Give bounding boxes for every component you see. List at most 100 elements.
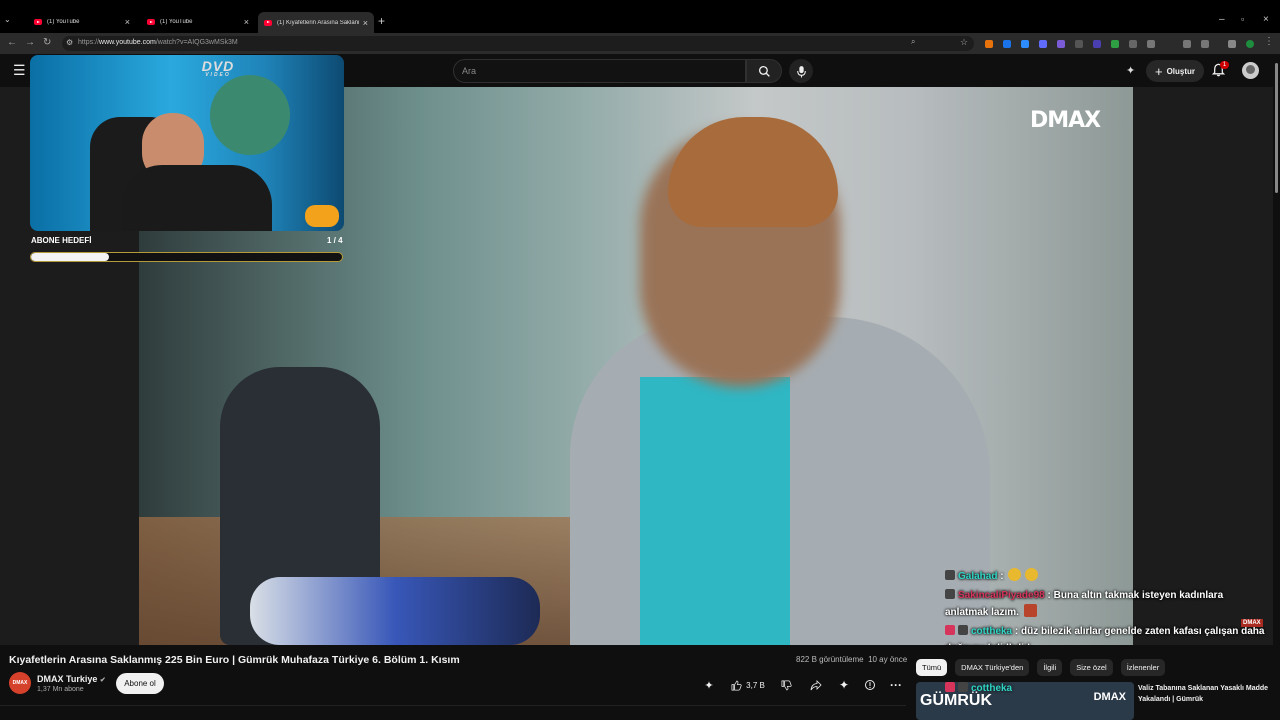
url-path: /watch?v=AIQG3wMSk3M bbox=[155, 39, 238, 46]
profile-icon[interactable] bbox=[1246, 40, 1254, 48]
mascot-duck bbox=[305, 205, 339, 227]
chat-username: Galahad bbox=[958, 571, 998, 582]
upload-age: 10 ay önce bbox=[868, 655, 908, 664]
emoji-face-icon bbox=[1008, 568, 1022, 581]
premium-sparkle-icon[interactable]: ✦ bbox=[1126, 64, 1135, 77]
chat-username: cottheka bbox=[971, 683, 1013, 694]
voice-search-button[interactable] bbox=[789, 59, 813, 83]
thumbs-up-icon bbox=[731, 679, 742, 690]
chat-badge-icon bbox=[945, 570, 955, 580]
extension-9-icon[interactable] bbox=[1129, 40, 1137, 48]
maximize-window-icon[interactable]: ▫ bbox=[1241, 14, 1244, 24]
browser-menu-icon[interactable]: ⋮ bbox=[1264, 36, 1274, 47]
extension-4-icon[interactable] bbox=[1039, 40, 1047, 48]
back-arrow-icon[interactable]: ← bbox=[7, 37, 17, 48]
search-box[interactable] bbox=[453, 59, 746, 83]
recommendation-chips: Tümü DMAX Türkiye'den İlgili Size özel İ… bbox=[916, 659, 1166, 676]
chat-badge-icon bbox=[958, 682, 968, 692]
scrollbar-thumb[interactable] bbox=[1275, 63, 1278, 193]
site-info-icon[interactable]: ⚙ bbox=[66, 38, 73, 47]
video-title: Kıyafetlerin Arasına Saklanmış 225 Bin E… bbox=[9, 654, 460, 666]
url-prefix: https:// bbox=[78, 39, 100, 46]
channel-name-text: DMAX Turkiye bbox=[37, 674, 98, 684]
browser-tab-bar: ⌄ (1) YouTube × (1) YouTube × (1) Kıyafe… bbox=[0, 0, 1280, 33]
verified-badge-icon: ✔ bbox=[99, 677, 106, 684]
plus-icon: + bbox=[1154, 63, 1163, 79]
divider bbox=[0, 705, 906, 706]
chip-all[interactable]: Tümü bbox=[916, 659, 948, 676]
subscriber-count: 1,37 Mn abone bbox=[37, 686, 84, 693]
more-actions-button[interactable]: ··· bbox=[886, 675, 906, 695]
reload-icon[interactable]: ↻ bbox=[43, 37, 51, 48]
chip-from-channel[interactable]: DMAX Türkiye'den bbox=[955, 659, 1030, 676]
tab-close-icon[interactable]: × bbox=[125, 17, 130, 27]
chat-badge-icon bbox=[945, 625, 955, 635]
chip-related[interactable]: İlgili bbox=[1037, 659, 1063, 676]
zoom-icon[interactable]: ⌕ bbox=[911, 37, 915, 47]
extension-5-icon[interactable] bbox=[1057, 40, 1065, 48]
browser-tab-1[interactable]: (1) YouTube × bbox=[28, 12, 136, 32]
dislike-button[interactable] bbox=[776, 675, 796, 695]
emoji-face-icon bbox=[1025, 568, 1039, 581]
share-button[interactable] bbox=[806, 675, 826, 695]
tab-close-icon[interactable]: × bbox=[363, 18, 368, 28]
thanks-icon bbox=[865, 680, 875, 690]
dmax-watermark-logo: DMAX bbox=[1030, 108, 1101, 133]
scene-clothes bbox=[250, 577, 540, 645]
bookmark-star-icon[interactable]: ☆ bbox=[960, 37, 968, 48]
dvd-logo-sub: VIDEO bbox=[205, 72, 231, 78]
hamburger-menu-icon[interactable]: ☰ bbox=[13, 62, 26, 79]
extension-12-icon[interactable] bbox=[1228, 40, 1236, 48]
close-window-icon[interactable]: × bbox=[1263, 14, 1269, 25]
new-tab-plus-icon[interactable]: + bbox=[378, 14, 385, 28]
extension-7-icon[interactable] bbox=[1093, 40, 1101, 48]
thanks-button[interactable] bbox=[860, 675, 880, 695]
extension-1-icon[interactable] bbox=[985, 40, 993, 48]
tab-list-chevron-icon[interactable]: ⌄ bbox=[4, 15, 11, 24]
channel-name[interactable]: DMAX Turkiye ✔ bbox=[37, 674, 106, 684]
tab-close-icon[interactable]: × bbox=[244, 17, 249, 27]
extension-6-icon[interactable] bbox=[1075, 40, 1083, 48]
view-count-and-age: 822 B görüntüleme 10 ay önce bbox=[796, 655, 907, 664]
search-input[interactable] bbox=[454, 60, 745, 82]
search-icon bbox=[758, 65, 770, 77]
tab-title: (1) YouTube bbox=[160, 19, 193, 25]
like-button[interactable]: 3,7 B bbox=[726, 675, 770, 695]
ask-ai-sparkle-button[interactable]: ✦ bbox=[700, 675, 718, 695]
page-scrollbar[interactable] bbox=[1273, 55, 1280, 720]
streamer-webcam-overlay bbox=[30, 55, 344, 231]
recommended-video-title[interactable]: Valiz Tabanına Saklanan Yasaklı Madde Ya… bbox=[1138, 683, 1273, 705]
extension-3-icon[interactable] bbox=[1021, 40, 1029, 48]
address-bar-input[interactable]: ⚙ https://www.youtube.com/watch?v=AIQG3w… bbox=[62, 36, 974, 51]
chip-watched[interactable]: İzlenenler bbox=[1120, 659, 1166, 676]
chat-message: SakincaliPiyade98 : Buna altın takmak is… bbox=[945, 587, 1265, 621]
search-button[interactable] bbox=[746, 59, 782, 83]
create-button[interactable]: + Oluştur bbox=[1146, 60, 1204, 82]
chip-for-you[interactable]: Size özel bbox=[1070, 659, 1113, 676]
extension-10-icon[interactable] bbox=[1147, 40, 1155, 48]
mini-dmax-logo: DMAX bbox=[1241, 619, 1263, 627]
extensions-puzzle-icon[interactable] bbox=[1201, 40, 1209, 48]
scene-person-shirt bbox=[640, 377, 790, 645]
subscriber-goal-label: ABONE HEDEFİ bbox=[31, 236, 92, 245]
forward-arrow-icon[interactable]: → bbox=[25, 37, 35, 48]
extension-11-icon[interactable] bbox=[1183, 40, 1191, 48]
account-avatar[interactable] bbox=[1242, 62, 1259, 79]
ai-summary-button[interactable]: ✦ bbox=[834, 675, 854, 695]
microphone-icon bbox=[796, 65, 806, 77]
youtube-favicon-icon bbox=[147, 19, 155, 25]
extension-8-icon[interactable] bbox=[1111, 40, 1119, 48]
subscriber-goal-progress-fill bbox=[31, 253, 109, 261]
dvd-logo: DVD VIDEO bbox=[188, 58, 248, 82]
extension-2-icon[interactable] bbox=[1003, 40, 1011, 48]
browser-tab-3-active[interactable]: (1) Kıyafetlerin Arasına Saklanmı × bbox=[258, 12, 374, 33]
channel-avatar[interactable]: DMAX bbox=[9, 672, 31, 694]
streamer-body bbox=[122, 165, 272, 231]
create-label: Oluştur bbox=[1166, 66, 1196, 76]
browser-tab-2[interactable]: (1) YouTube × bbox=[141, 12, 255, 32]
emote-icon bbox=[1023, 604, 1037, 617]
thumbnail-text: GÜMRÜK bbox=[920, 692, 992, 709]
mascot-figure bbox=[210, 75, 290, 155]
subscribe-button[interactable]: Abone ol bbox=[116, 673, 164, 694]
minimize-window-icon[interactable]: – bbox=[1219, 14, 1225, 25]
